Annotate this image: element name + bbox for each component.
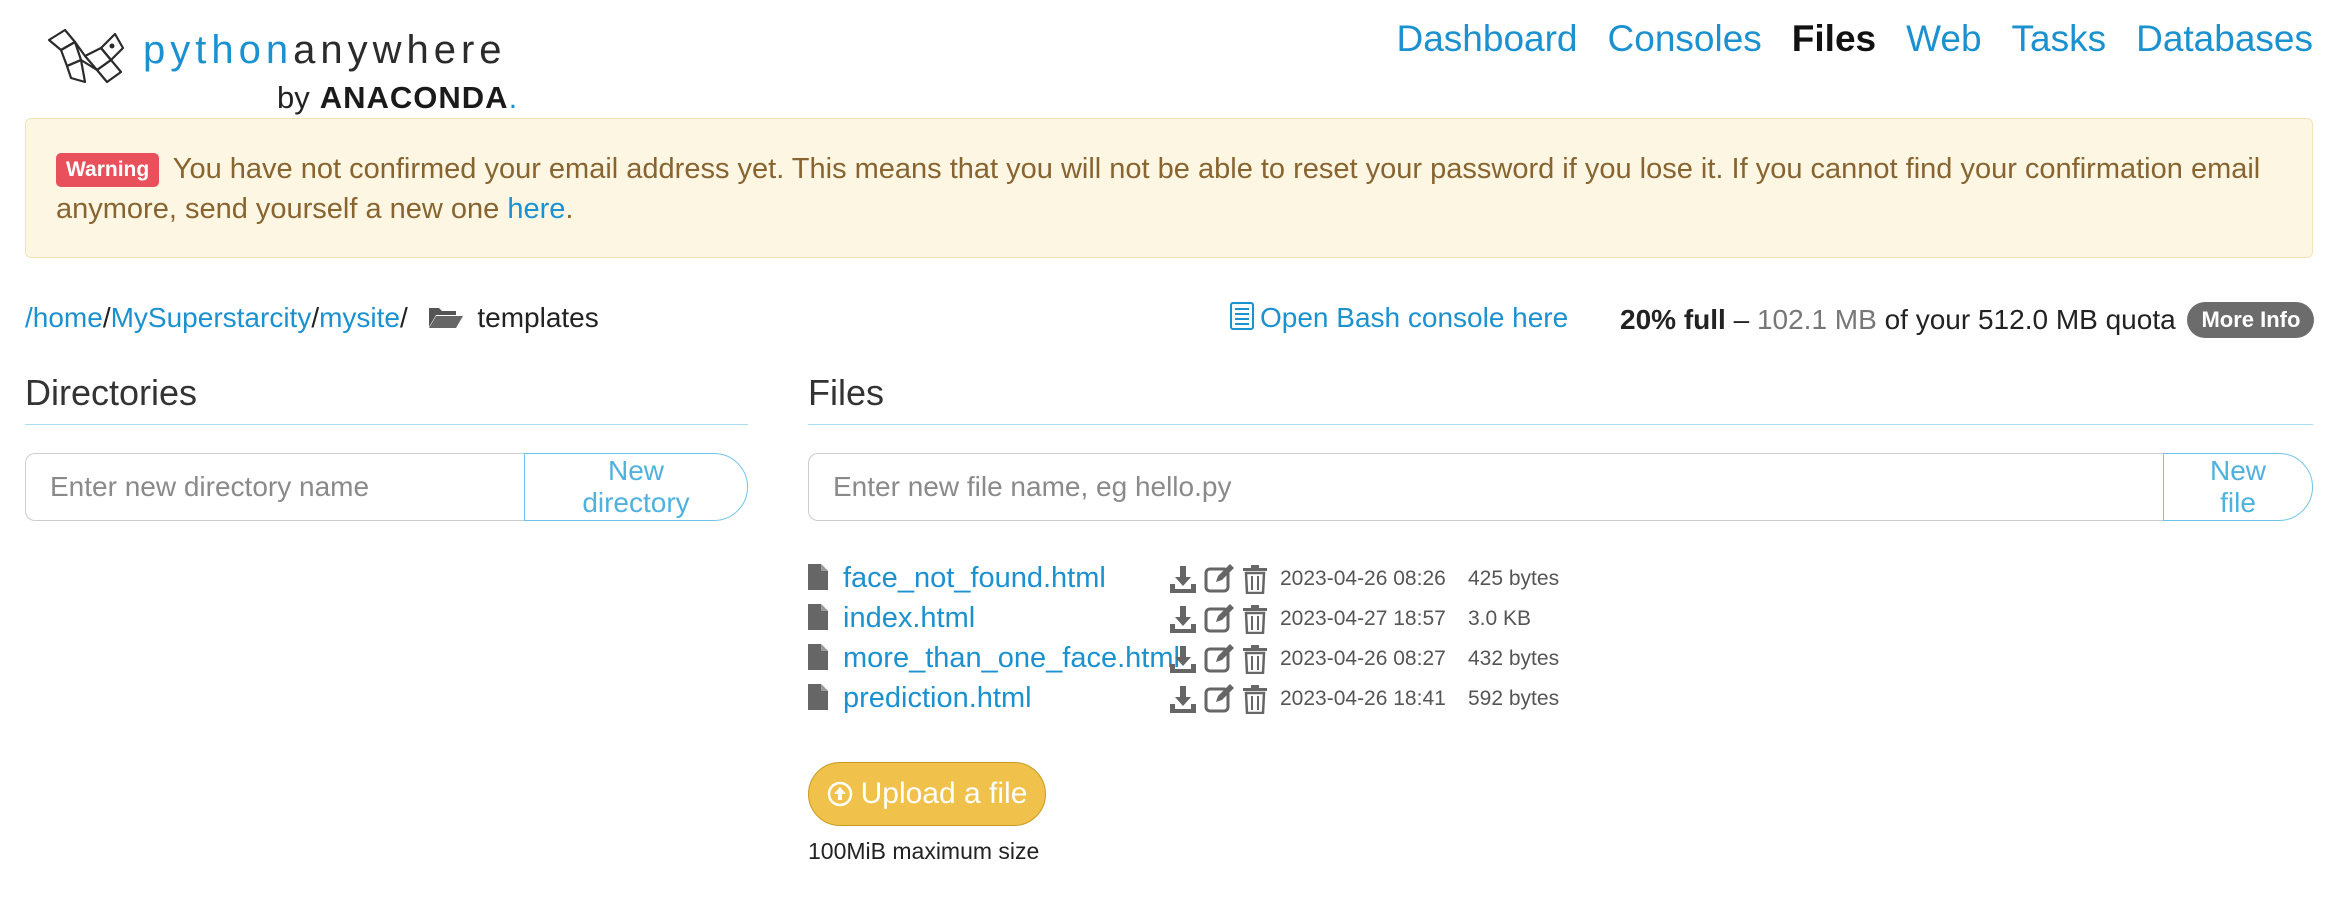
file-name-link[interactable]: more_than_one_face.html — [843, 642, 1180, 675]
file-size: 425 bytes — [1468, 567, 1560, 590]
warning-badge: Warning — [56, 153, 160, 187]
top-nav: Dashboard Consoles Files Web Tasks Datab… — [1397, 18, 2314, 60]
file-date: 2023-04-26 08:27 — [1280, 647, 1446, 670]
logo-wordmark: pythonanywhere — [143, 28, 507, 73]
new-directory-form: New directory — [25, 453, 748, 521]
logo-anywhere: anywhere — [293, 28, 507, 72]
files-heading: Files — [808, 372, 885, 413]
upload-circle-icon — [827, 781, 852, 807]
file-icon — [808, 644, 828, 670]
crumb-current: templates — [477, 302, 599, 333]
pythonanywhere-logo[interactable]: pythonanywhere by ANACONDA. — [45, 26, 517, 116]
warning-end: . — [565, 193, 574, 225]
quota-text: of your 512.0 MB quota — [1884, 304, 2176, 335]
nav-files[interactable]: Files — [1792, 18, 1876, 60]
file-icon — [808, 564, 828, 590]
quota-used: 102.1 MB — [1756, 304, 1877, 335]
edit-icon[interactable] — [1204, 644, 1234, 674]
crumb-sep: / — [102, 302, 111, 333]
directories-heading: Directories — [25, 372, 198, 413]
nav-tasks[interactable]: Tasks — [2012, 18, 2107, 60]
upload-max-size: 100MiB maximum size — [808, 838, 1040, 864]
new-directory-button[interactable]: New directory — [524, 453, 748, 521]
download-icon[interactable] — [1168, 564, 1198, 594]
delete-icon[interactable] — [1240, 644, 1270, 675]
nav-dashboard[interactable]: Dashboard — [1397, 18, 1578, 60]
edit-icon[interactable] — [1204, 684, 1234, 714]
logo-by: by — [277, 80, 310, 115]
download-icon[interactable] — [1168, 684, 1198, 714]
quota-dash: – — [1733, 304, 1750, 335]
logo-by-anaconda: by ANACONDA. — [277, 80, 517, 116]
new-file-input[interactable] — [808, 453, 2163, 521]
file-actions — [1168, 564, 1270, 595]
resend-confirmation-link[interactable]: here — [507, 193, 565, 225]
new-file-form: New file — [808, 453, 2313, 521]
file-icon — [808, 604, 828, 630]
file-size: 592 bytes — [1468, 687, 1560, 710]
delete-icon[interactable] — [1240, 604, 1270, 635]
logo-anaconda: ANACONDA — [319, 80, 509, 115]
delete-icon[interactable] — [1240, 684, 1270, 715]
edit-icon[interactable] — [1204, 604, 1234, 634]
email-warning-alert: Warning You have not confirmed your emai… — [25, 118, 2313, 258]
file-icon — [808, 684, 828, 710]
crumb-home[interactable]: /home — [25, 302, 103, 333]
breadcrumb: /home/MySuperstarcity/mysite/ templates — [25, 302, 599, 334]
file-name-link[interactable]: index.html — [843, 602, 975, 635]
new-directory-input[interactable] — [25, 453, 524, 521]
edit-icon[interactable] — [1204, 564, 1234, 594]
file-actions — [1168, 604, 1270, 635]
file-name-link[interactable]: face_not_found.html — [843, 562, 1106, 595]
bash-link-label: Open Bash console here — [1260, 302, 1569, 333]
crumb-mysite[interactable]: mysite — [319, 302, 400, 333]
file-date: 2023-04-26 08:26 — [1280, 567, 1446, 590]
nav-databases[interactable]: Databases — [2136, 18, 2313, 60]
open-bash-console-link[interactable]: Open Bash console here — [1230, 302, 1568, 334]
download-icon[interactable] — [1168, 604, 1198, 634]
delete-icon[interactable] — [1240, 564, 1270, 595]
nav-web[interactable]: Web — [1906, 18, 1981, 60]
files-divider — [808, 424, 2313, 425]
quota-percent: 20% full — [1620, 304, 1726, 335]
upload-file-button[interactable]: Upload a file — [808, 762, 1046, 826]
file-size: 3.0 KB — [1468, 607, 1532, 630]
file-size: 432 bytes — [1468, 647, 1560, 670]
logo-dot: . — [508, 80, 518, 115]
snake-logo-icon — [47, 28, 125, 84]
disk-quota: 20% full – 102.1 MB of your 512.0 MB quo… — [1620, 302, 2315, 338]
logo-python: python — [143, 28, 294, 72]
download-icon[interactable] — [1168, 644, 1198, 674]
new-file-button[interactable]: New file — [2163, 453, 2313, 521]
folder-open-icon — [428, 308, 463, 328]
crumb-sep: / — [400, 302, 408, 333]
file-actions — [1168, 644, 1270, 675]
console-icon — [1230, 302, 1254, 330]
file-date: 2023-04-26 18:41 — [1280, 687, 1446, 710]
more-info-button[interactable]: More Info — [2187, 302, 2315, 338]
upload-label: Upload a file — [860, 777, 1028, 810]
crumb-sep: / — [311, 302, 320, 333]
file-name-link[interactable]: prediction.html — [843, 682, 1032, 715]
nav-consoles[interactable]: Consoles — [1608, 18, 1762, 60]
directories-divider — [25, 424, 748, 425]
file-actions — [1168, 684, 1270, 715]
crumb-user[interactable]: MySuperstarcity — [111, 302, 312, 333]
file-date: 2023-04-27 18:57 — [1280, 607, 1446, 630]
warning-text: You have not confirmed your email addres… — [56, 153, 2261, 225]
